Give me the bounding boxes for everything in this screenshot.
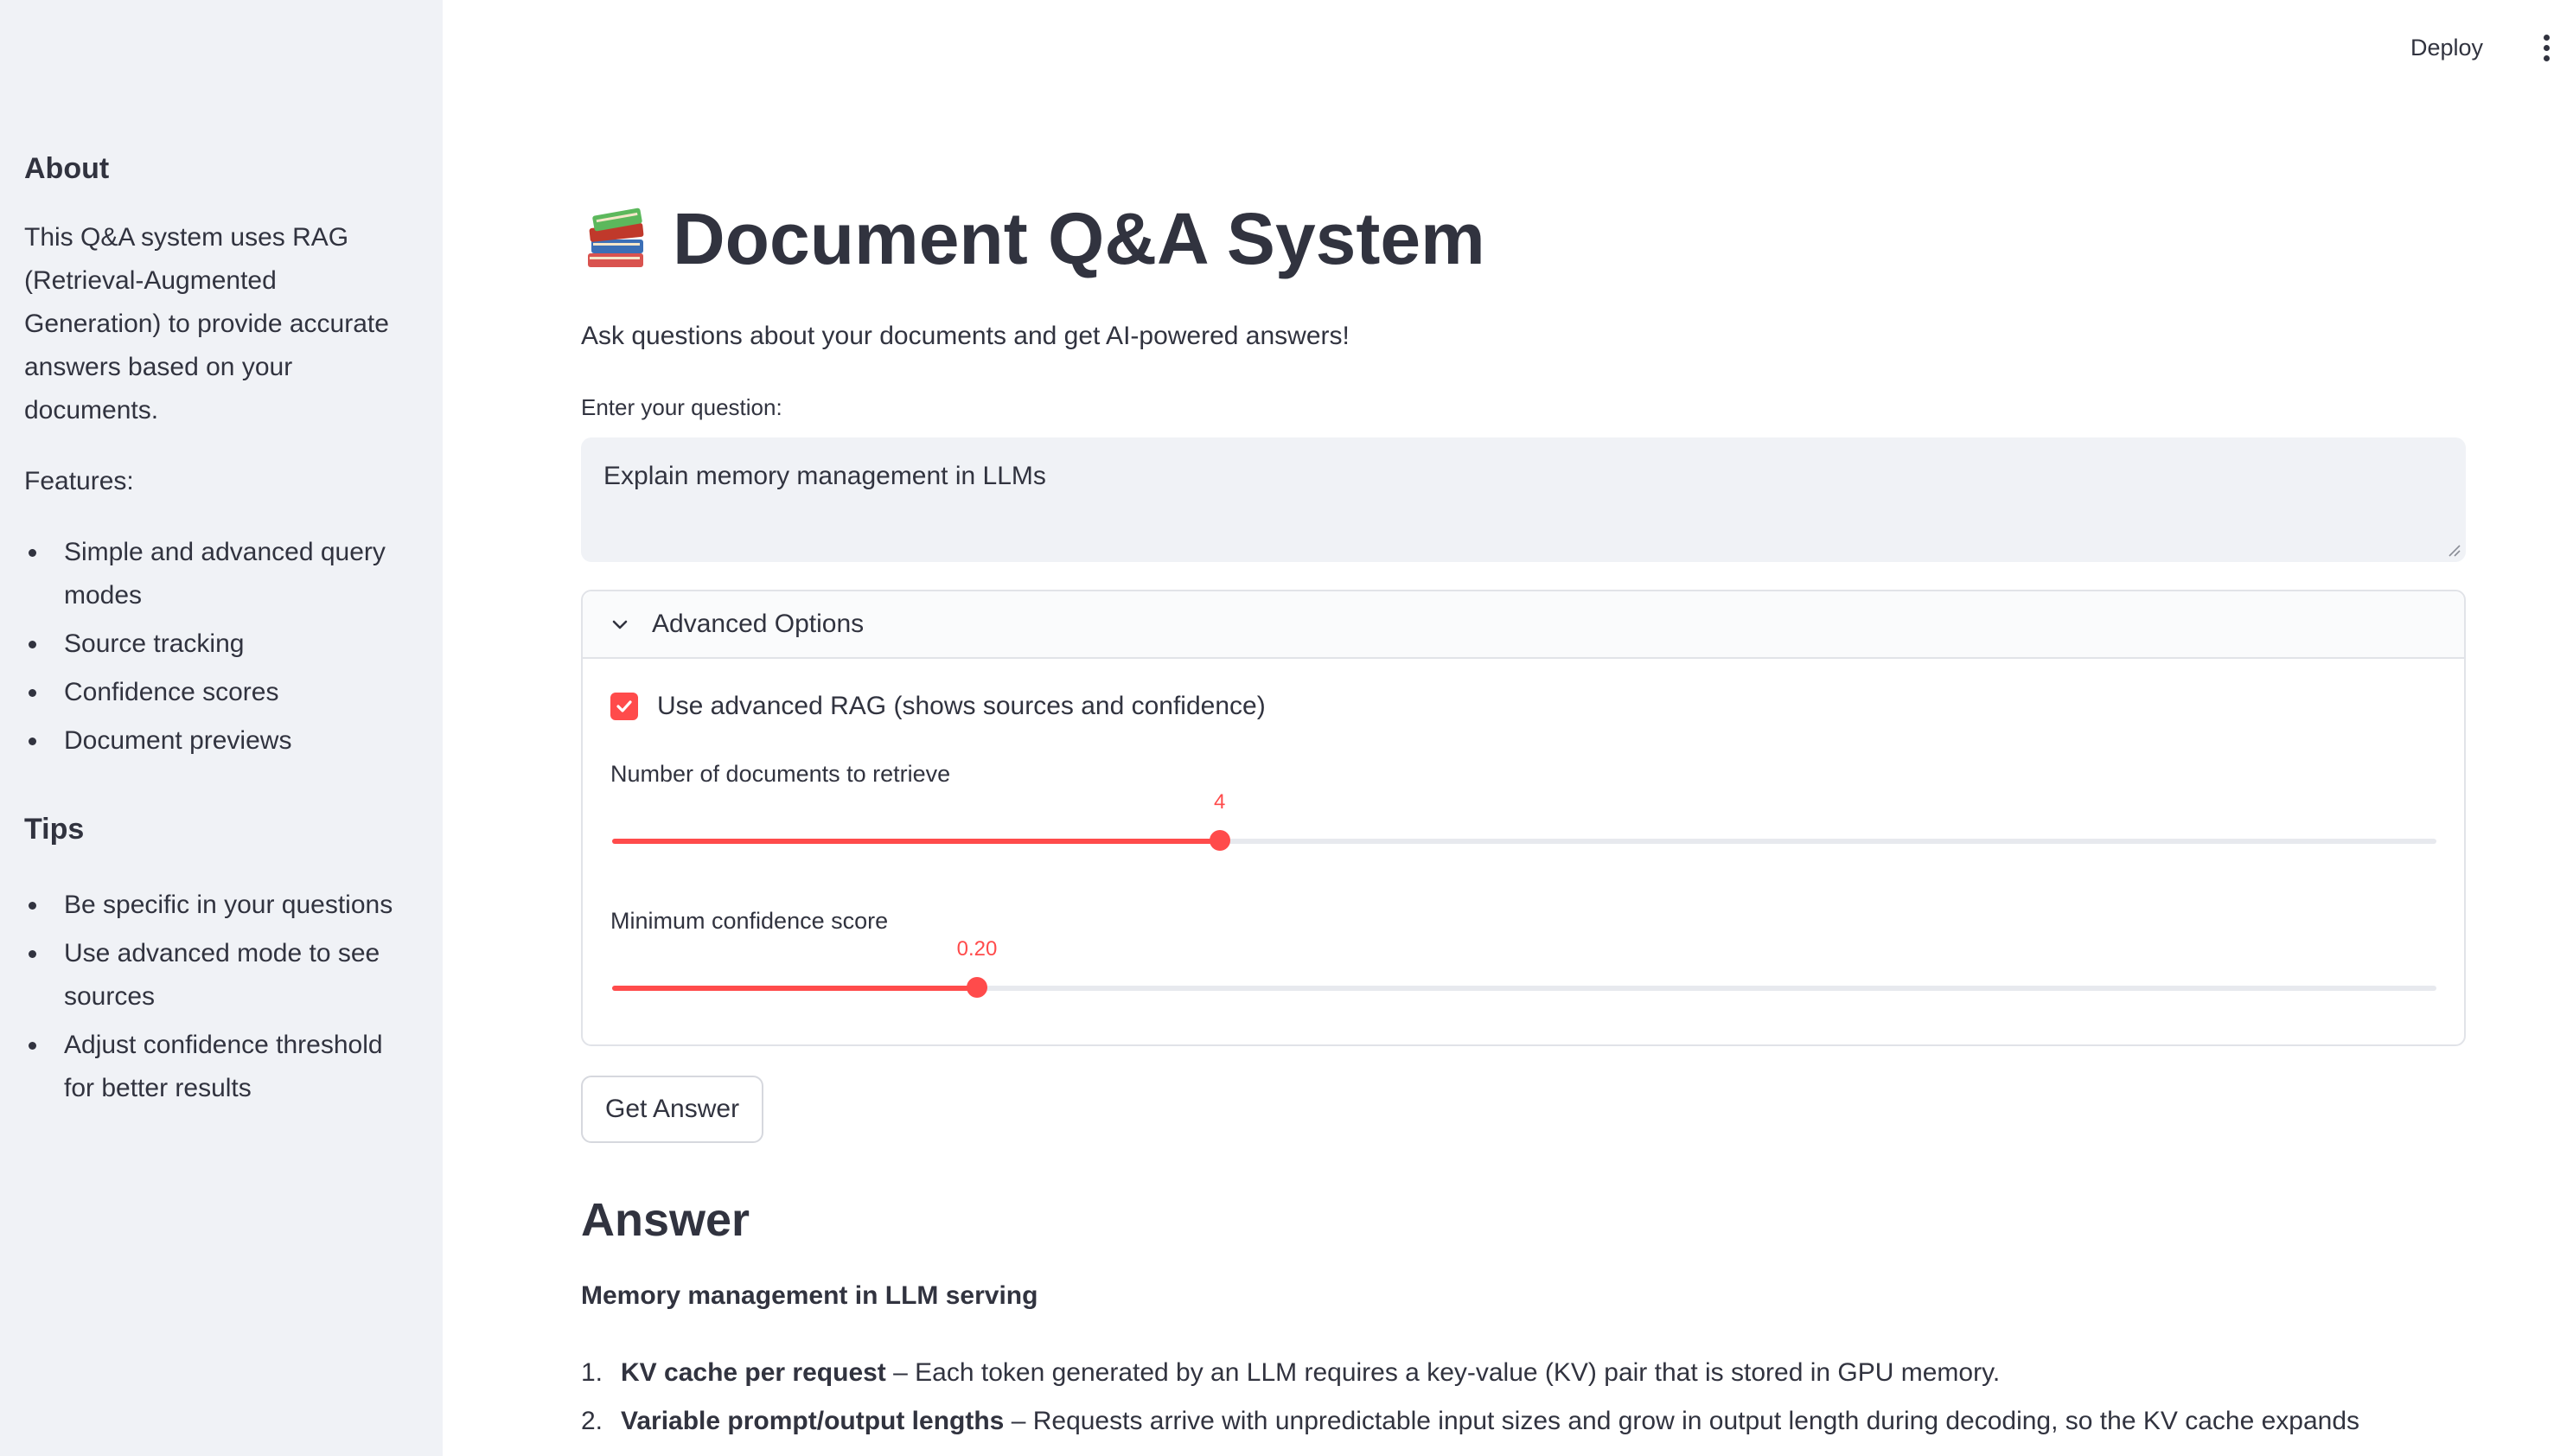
answer-heading: Answer (581, 1194, 750, 1246)
bullet-icon (29, 689, 36, 697)
docs-slider-fill (612, 839, 1220, 844)
bullet-icon (29, 1042, 36, 1050)
get-answer-button[interactable]: Get Answer (581, 1076, 764, 1143)
confidence-slider[interactable]: 0.20 (612, 937, 2436, 998)
tips-list: Be specific in your questions Use advanc… (24, 884, 413, 1110)
about-text: This Q&A system uses RAG (Retrieval-Augm… (24, 223, 389, 425)
advanced-rag-checkbox[interactable] (610, 693, 638, 720)
more-vert-icon[interactable] (2540, 35, 2552, 66)
feature-text: Simple and advanced query modes (64, 538, 386, 610)
list-number: 1. (581, 1358, 603, 1387)
features-list: Simple and advanced query modes Source t… (24, 531, 413, 763)
resize-handle-icon[interactable] (2447, 543, 2461, 557)
item-title: KV cache per request (621, 1358, 886, 1387)
list-item: Source tracking (24, 623, 413, 666)
advanced-rag-checkbox-row[interactable]: Use advanced RAG (shows sources and conf… (610, 692, 1266, 721)
docs-slider-label: Number of documents to retrieve (610, 761, 951, 787)
bullet-icon (29, 641, 36, 648)
bullet-icon (29, 902, 36, 910)
bullet-icon (29, 549, 36, 557)
question-label: Enter your question: (581, 394, 782, 420)
advanced-options-header[interactable]: Advanced Options (583, 591, 2464, 659)
docs-slider-value: 4 (1213, 790, 1226, 814)
title-text: Document Q&A System (673, 198, 1485, 279)
question-input[interactable]: Explain memory management in LLMs (581, 437, 2466, 562)
books-icon (581, 203, 654, 276)
list-item: Use advanced mode to see sources (24, 932, 413, 1019)
bullet-icon (29, 738, 36, 745)
question-value: Explain memory management in LLMs (603, 462, 1046, 490)
sidebar: About This Q&A system uses RAG (Retrieva… (0, 0, 443, 1456)
deploy-button[interactable]: Deploy (2410, 35, 2483, 61)
advanced-rag-label: Use advanced RAG (shows sources and conf… (657, 692, 1266, 720)
item-text: – Requests arrive with unpredictable inp… (1004, 1407, 2360, 1435)
confidence-slider-value: 0.20 (956, 937, 998, 961)
about-heading: About (24, 152, 110, 185)
advanced-options-label: Advanced Options (652, 610, 865, 638)
list-item: Document previews (24, 719, 413, 763)
feature-text: Document previews (64, 726, 292, 755)
list-item: Simple and advanced query modes (24, 531, 413, 617)
list-item: 2. Variable prompt/output lengths – Requ… (581, 1397, 2483, 1446)
page-title: Document Q&A System (581, 197, 1485, 281)
features-label: Features: (24, 467, 134, 495)
advanced-options-expander: Advanced Options Use advanced RAG (shows… (581, 590, 2466, 1046)
subtitle: Ask questions about your documents and g… (581, 322, 1350, 350)
confidence-slider-thumb[interactable] (967, 977, 987, 998)
tips-heading: Tips (24, 813, 85, 846)
confidence-slider-label: Minimum confidence score (610, 908, 889, 934)
check-icon (616, 700, 632, 712)
list-item: 1. KV cache per request – Each token gen… (581, 1349, 2483, 1397)
tip-text: Be specific in your questions (64, 891, 393, 919)
list-item: Adjust confidence threshold for better r… (24, 1024, 413, 1110)
answer-list: 1. KV cache per request – Each token gen… (581, 1349, 2483, 1446)
item-title: Variable prompt/output lengths (621, 1407, 1005, 1435)
chevron-down-icon (612, 620, 628, 629)
bullet-icon (29, 950, 36, 958)
confidence-slider-fill (612, 986, 977, 991)
feature-text: Confidence scores (64, 678, 279, 706)
list-number: 2. (581, 1407, 603, 1435)
list-item: Confidence scores (24, 671, 413, 714)
answer-subheading: Memory management in LLM serving (581, 1281, 1038, 1310)
item-text: – Each token generated by an LLM require… (885, 1358, 2001, 1387)
docs-slider-thumb[interactable] (1209, 830, 1230, 851)
feature-text: Source tracking (64, 629, 245, 658)
docs-slider[interactable]: 4 (612, 790, 2436, 851)
tip-text: Use advanced mode to see sources (64, 939, 380, 1011)
list-item: Be specific in your questions (24, 884, 413, 927)
tip-text: Adjust confidence threshold for better r… (64, 1031, 383, 1102)
